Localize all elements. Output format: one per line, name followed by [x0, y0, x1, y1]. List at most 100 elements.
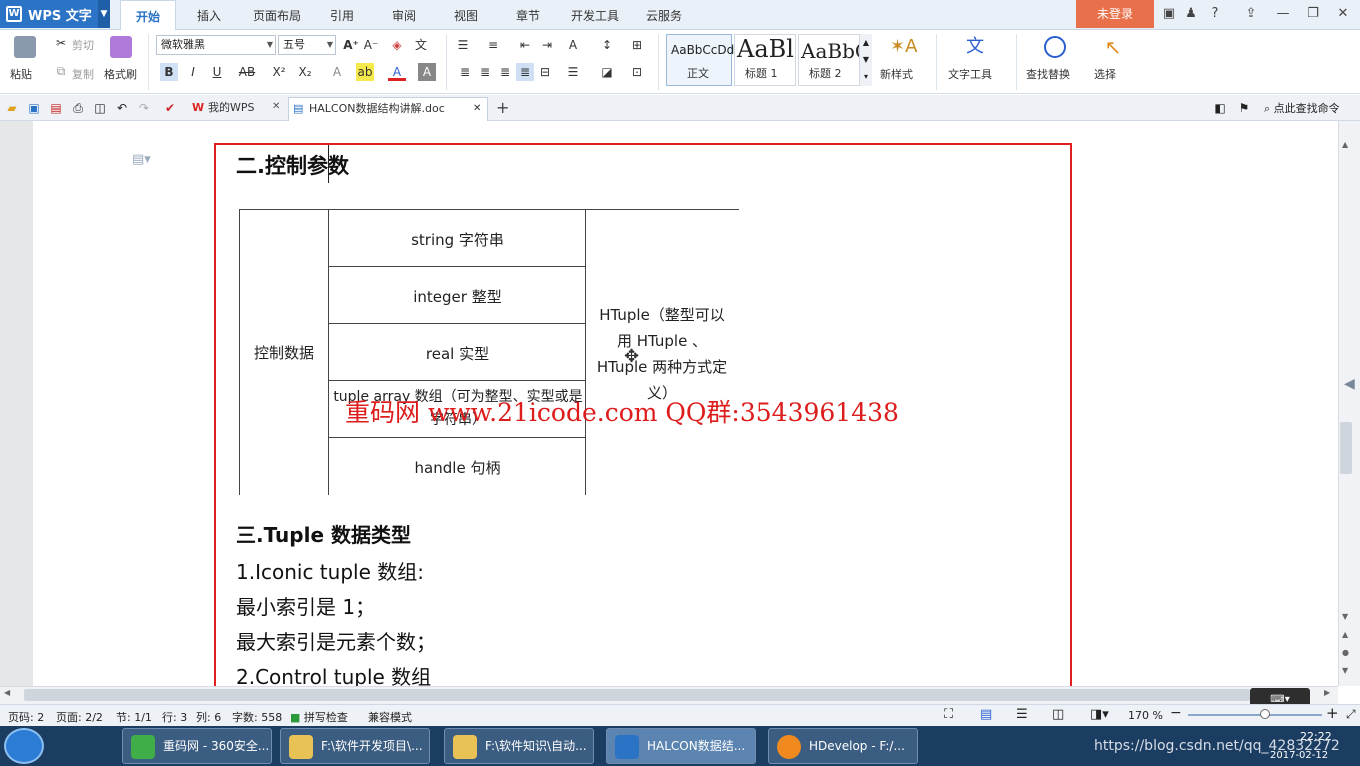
justify-icon[interactable]: ≣	[516, 63, 534, 81]
text-tools-button[interactable]: 文字工具	[948, 66, 992, 82]
tab-reference[interactable]: 引用	[318, 0, 366, 30]
bold-icon[interactable]: B	[160, 63, 178, 81]
paste-icon[interactable]	[14, 36, 36, 58]
font-size-select[interactable]: 五号 ▼	[278, 35, 336, 55]
new-style-icon[interactable]: ✶A	[890, 36, 917, 58]
pdf-icon[interactable]: ▤	[48, 100, 64, 116]
shirt-icon[interactable]: ♟	[1180, 4, 1202, 24]
shading-icon[interactable]: ◪	[598, 63, 616, 81]
format-painter-label[interactable]: 格式刷	[104, 66, 137, 82]
highlight-icon[interactable]: ab	[356, 63, 374, 81]
open-icon[interactable]: ▰	[4, 100, 20, 116]
select-button[interactable]: 选择	[1094, 66, 1116, 82]
tab-mywps[interactable]: W 我的WPS	[188, 97, 280, 121]
scroll-left-icon[interactable]: ◀	[4, 688, 10, 697]
subscript-icon[interactable]: X₂	[296, 63, 314, 81]
taskbar-folder-1[interactable]: F:\软件开发项目\...	[280, 728, 430, 764]
style-heading-2[interactable]: AaBbC 标题 2	[798, 34, 860, 86]
page-options-icon[interactable]: ▤▾	[132, 152, 151, 167]
find-replace-button[interactable]: 查找替换	[1026, 66, 1070, 82]
page-view-icon[interactable]: ▤	[980, 707, 992, 722]
tab-section[interactable]: 章节	[504, 0, 552, 30]
bullet-list-icon[interactable]: ☰	[454, 36, 472, 54]
find-replace-icon[interactable]	[1044, 36, 1066, 58]
sort-icon[interactable]: ↕	[598, 36, 616, 54]
style-heading-1[interactable]: AaBl 标题 1	[734, 34, 796, 86]
status-word-count[interactable]: 字数: 558	[232, 709, 282, 725]
outline-view-icon[interactable]: ☰	[1016, 707, 1028, 722]
close-icon[interactable]: ✕	[272, 101, 280, 112]
tab-insert[interactable]: 插入	[184, 0, 234, 30]
zoom-slider-thumb[interactable]	[1260, 709, 1270, 719]
taskbar-hdevelop[interactable]: HDevelop - F:/...	[768, 728, 918, 764]
taskbar-wps[interactable]: HALCON数据结...	[606, 728, 756, 764]
underline-icon[interactable]: U	[208, 63, 226, 81]
login-button[interactable]: 未登录	[1076, 0, 1154, 28]
taskbar-browser[interactable]: 重码网 - 360安全...	[122, 728, 272, 764]
select-cursor-icon[interactable]: ↖	[1102, 36, 1124, 58]
numbered-list-icon[interactable]: ≡	[484, 36, 502, 54]
redo-icon[interactable]: ↷	[136, 100, 152, 116]
align-right-icon[interactable]: ≣	[496, 63, 514, 81]
print-icon[interactable]: ⎙	[70, 100, 86, 116]
outdent-icon[interactable]: ⇤	[516, 36, 534, 54]
scroll-down-icon[interactable]: ▼	[1342, 612, 1348, 621]
zoom-level[interactable]: 170 %	[1128, 709, 1163, 722]
undo-icon[interactable]: ↶	[114, 100, 130, 116]
skin-icon[interactable]: ▣	[1158, 4, 1180, 24]
eye-protect-icon[interactable]: ◨▾	[1090, 707, 1109, 722]
style-normal[interactable]: AaBbCcDd 正文	[666, 34, 734, 86]
side-panel-toggle-icon[interactable]: ◀	[1344, 376, 1355, 392]
prev-page-icon[interactable]: ▲	[1342, 630, 1348, 639]
phonetic-icon[interactable]: 文	[412, 36, 430, 54]
start-button[interactable]	[4, 728, 44, 764]
help-icon[interactable]: ?	[1204, 4, 1226, 24]
tab-developer[interactable]: 开发工具	[562, 0, 628, 30]
superscript-icon[interactable]: X²	[270, 63, 288, 81]
restore-icon[interactable]: ❐	[1302, 4, 1324, 24]
vertical-scrollbar[interactable]	[1338, 121, 1360, 686]
align-left-icon[interactable]: ≣	[456, 63, 474, 81]
tab-view[interactable]: 视图	[442, 0, 490, 30]
chevron-down-icon[interactable]: ▼	[98, 0, 110, 28]
paste-label[interactable]: 粘贴	[10, 66, 32, 82]
horizontal-scroll-thumb[interactable]	[24, 689, 1250, 701]
text-tools-icon[interactable]: 文	[964, 36, 986, 58]
zoom-out-icon[interactable]: −	[1170, 705, 1182, 721]
italic-icon[interactable]: I	[184, 63, 202, 81]
font-name-select[interactable]: 微软雅黑 ▼	[156, 35, 276, 55]
cut-label[interactable]: 剪切	[72, 37, 94, 53]
new-style-button[interactable]: 新样式	[880, 66, 913, 82]
scroll-up-icon[interactable]: ▲	[1342, 140, 1348, 149]
next-page-icon[interactable]: ▼	[1342, 666, 1348, 675]
close-icon[interactable]: ✕	[473, 98, 481, 120]
tab-review[interactable]: 审阅	[380, 0, 428, 30]
copy-label[interactable]: 复制	[72, 66, 94, 82]
status-spell-check[interactable]: ■ 拼写检查	[290, 709, 348, 725]
tray-date[interactable]: 2017-02-12	[1270, 750, 1328, 761]
vertical-scroll-thumb[interactable]	[1340, 422, 1352, 474]
font-case-icon[interactable]: A	[564, 36, 582, 54]
flag-icon[interactable]: ⚑	[1236, 100, 1252, 116]
tab-document[interactable]: ▤ HALCON数据结构讲解.doc ✕	[288, 97, 488, 121]
tray-time[interactable]: 22:22	[1300, 730, 1332, 743]
app-menu-button[interactable]: W WPS 文字 ▼	[0, 0, 110, 28]
copy-icon[interactable]: ⧉	[52, 62, 70, 80]
shrink-font-icon[interactable]: A⁻	[362, 36, 380, 54]
char-shading-icon[interactable]: A	[418, 63, 436, 81]
taskbar-folder-2[interactable]: F:\软件知识\自动...	[444, 728, 594, 764]
expand-icon[interactable]: ⤢	[1346, 707, 1356, 722]
tab-page-layout[interactable]: 页面布局	[244, 0, 310, 30]
browse-object-icon[interactable]: ●	[1342, 648, 1349, 657]
line-spacing-icon[interactable]: ☰	[564, 63, 582, 81]
status-page-no[interactable]: 页码: 2	[8, 709, 44, 725]
strike-icon[interactable]: AB	[238, 63, 256, 81]
web-view-icon[interactable]: ◫	[1052, 707, 1064, 722]
text-effect-icon[interactable]: A	[328, 63, 346, 81]
zoom-in-icon[interactable]: +	[1326, 704, 1339, 722]
close-icon[interactable]: ✕	[1332, 4, 1354, 24]
print-preview-icon[interactable]: ◫	[92, 100, 108, 116]
grow-font-icon[interactable]: A⁺	[342, 36, 360, 54]
new-tab-icon[interactable]: +	[496, 98, 509, 117]
distribute-icon[interactable]: ⊟	[536, 63, 554, 81]
